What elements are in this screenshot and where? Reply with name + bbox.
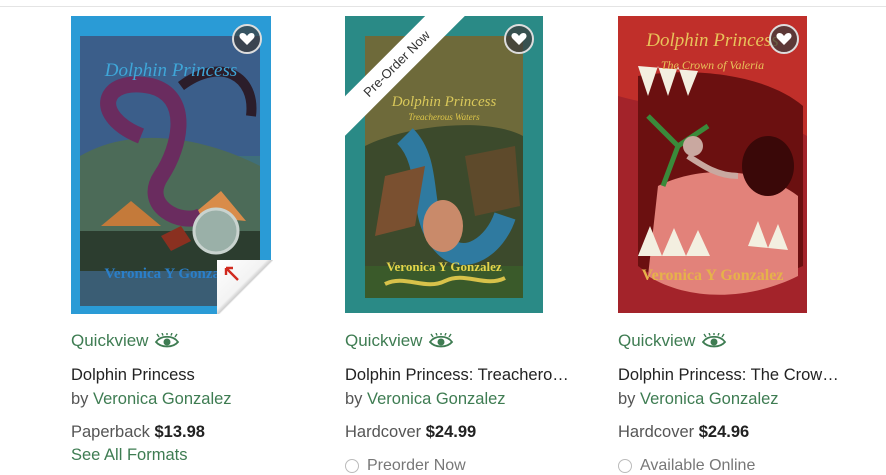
cover-author-text: Veronica Y Gonzalez [386, 259, 502, 274]
price: $13.98 [154, 423, 205, 441]
eye-icon [702, 333, 727, 348]
eye-icon [155, 333, 180, 348]
heart-icon [776, 33, 792, 45]
availability-option[interactable]: Preorder Now [345, 457, 466, 475]
availability-option[interactable]: Available Online [618, 457, 755, 475]
product-title-link[interactable]: Dolphin Princess: The Crow… [618, 366, 839, 385]
top-divider [0, 6, 886, 7]
cover-subtitle-text: The Crown of Valeria [660, 58, 765, 72]
format-price: Paperback $13.98 [71, 423, 205, 442]
author-link[interactable]: Veronica Gonzalez [93, 390, 232, 408]
wishlist-heart-button[interactable] [769, 24, 799, 54]
byline: by Veronica Gonzalez [71, 390, 232, 409]
availability-label: Available Online [640, 457, 756, 474]
page-curl-preview[interactable] [217, 260, 273, 314]
product-title-link[interactable]: Dolphin Princess: Treachero… [345, 366, 569, 385]
book-cover[interactable]: Dolphin Princess The Crown of Valeria Ve… [618, 16, 807, 313]
product-title-link[interactable]: Dolphin Princess [71, 366, 195, 385]
availability-label: Preorder Now [367, 457, 466, 474]
arrow-up-left-icon [224, 266, 239, 281]
availability-radio[interactable] [345, 459, 359, 473]
author-link[interactable]: Veronica Gonzalez [367, 390, 506, 408]
format-price: Hardcover $24.99 [345, 423, 476, 442]
author-link[interactable]: Veronica Gonzalez [640, 390, 779, 408]
see-all-formats-link[interactable]: See All Formats [71, 446, 187, 465]
format-label: Paperback [71, 423, 150, 441]
byline: by Veronica Gonzalez [345, 390, 506, 409]
cover-subtitle-text: Treacherous Waters [408, 112, 480, 122]
by-label: by [618, 390, 636, 408]
format-label: Hardcover [345, 423, 422, 441]
cover-title-text: Dolphin Princess [104, 60, 238, 81]
heart-icon [239, 33, 255, 45]
format-label: Hardcover [618, 423, 695, 441]
cover-author-text: Veronica Y Gonzalez [641, 267, 784, 284]
heart-icon [511, 33, 527, 45]
by-label: by [71, 390, 89, 408]
price: $24.96 [698, 423, 750, 441]
eye-icon [429, 333, 454, 348]
quickview-label: Quickview [71, 331, 149, 350]
quickview-link[interactable]: Quickview [71, 331, 180, 351]
wishlist-heart-button[interactable] [504, 24, 534, 54]
availability-radio[interactable] [618, 459, 632, 473]
wishlist-heart-button[interactable] [232, 24, 262, 54]
quickview-link[interactable]: Quickview [345, 331, 454, 351]
quickview-link[interactable]: Quickview [618, 331, 727, 351]
quickview-label: Quickview [345, 331, 423, 350]
byline: by Veronica Gonzalez [618, 390, 779, 409]
format-price: Hardcover $24.96 [618, 423, 749, 442]
quickview-label: Quickview [618, 331, 696, 350]
price: $24.99 [425, 423, 477, 441]
by-label: by [345, 390, 363, 408]
book-cover[interactable]: Dolphin Princess Treacherous Waters Vero… [345, 16, 543, 313]
